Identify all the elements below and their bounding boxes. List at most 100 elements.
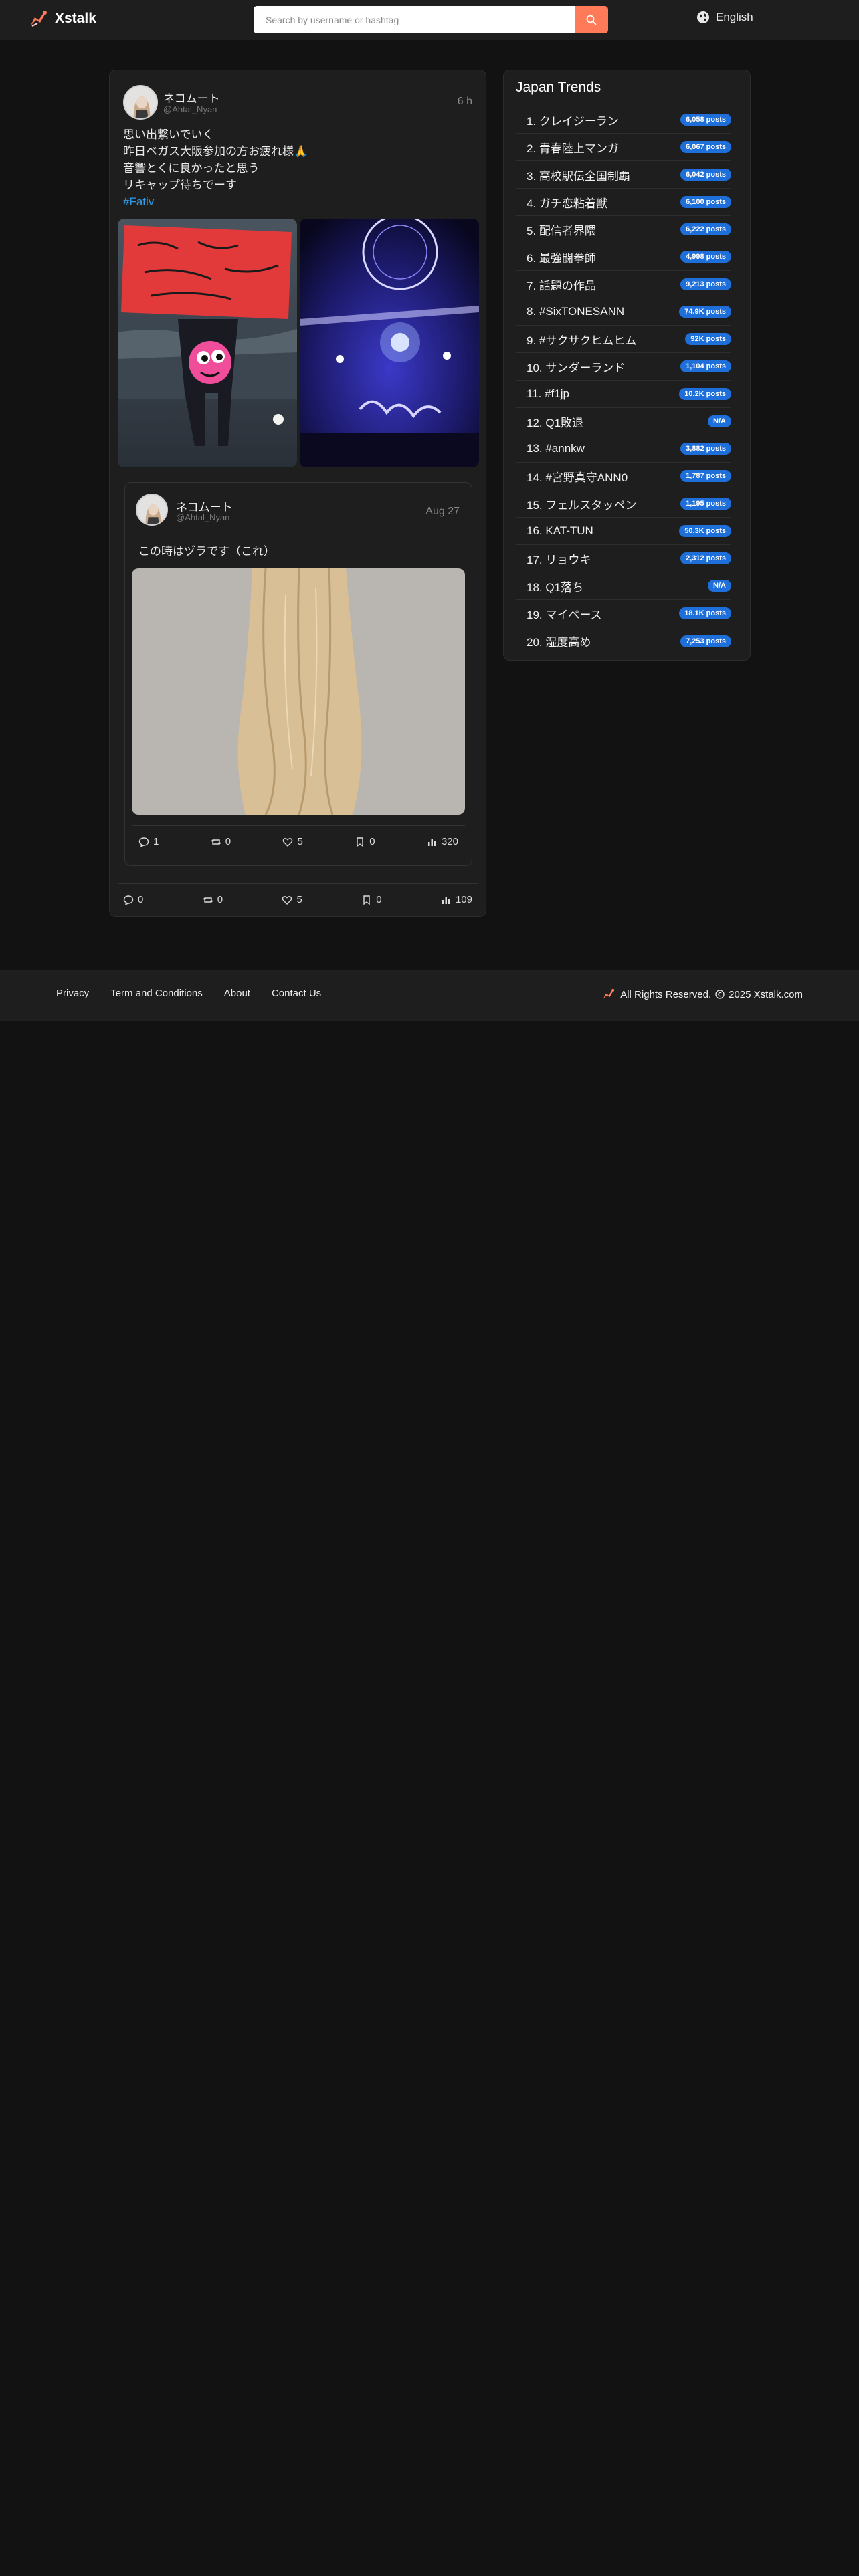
footer-links: Privacy Term and Conditions About Contac… xyxy=(56,988,321,999)
trend-item[interactable]: 5. 配信者界隈 6,222 posts xyxy=(516,216,731,243)
footer-link-terms[interactable]: Term and Conditions xyxy=(110,988,203,999)
footer-link-privacy[interactable]: Privacy xyxy=(56,988,89,999)
avatar-image xyxy=(124,86,157,118)
username-handle[interactable]: @Ahtal_Nyan xyxy=(163,104,217,114)
trend-name: 18. Q1落ち xyxy=(527,580,584,594)
trend-item[interactable]: 19. マイペース 18.1K posts xyxy=(516,600,731,627)
trend-post-count-badge: N/A xyxy=(708,415,731,427)
repost-icon xyxy=(211,839,221,845)
search-bar xyxy=(254,6,608,33)
bookmark-icon xyxy=(357,837,363,847)
reply-button[interactable]: 1 xyxy=(138,836,159,847)
trend-name: 20. 湿度高め xyxy=(527,636,591,649)
avatar-image xyxy=(137,495,167,524)
trend-item[interactable]: 12. Q1敗退 N/A xyxy=(516,408,731,435)
trend-item[interactable]: 16. KAT-TUN 50.3K posts xyxy=(516,518,731,545)
like-count: 5 xyxy=(296,894,302,905)
quoted-post-stats: 1 0 5 0 320 xyxy=(132,825,465,857)
trend-item[interactable]: 7. 話題の作品 9,213 posts xyxy=(516,271,731,298)
trend-item[interactable]: 1. クレイジーラン 6,058 posts xyxy=(516,106,731,134)
comment-icon xyxy=(138,837,149,847)
like-button[interactable]: 5 xyxy=(282,894,302,905)
brand-logo-icon xyxy=(31,11,47,27)
rights-text: All Rights Reserved. xyxy=(620,988,712,1000)
footer-link-about[interactable]: About xyxy=(224,988,250,999)
trend-item[interactable]: 2. 青春陸上マンガ 6,067 posts xyxy=(516,134,731,161)
trend-item[interactable]: 11. #f1jp 10.2K posts xyxy=(516,381,731,408)
trend-item[interactable]: 9. #サクサクヒムヒム 92K posts xyxy=(516,326,731,353)
trend-item[interactable]: 18. Q1落ち N/A xyxy=(516,572,731,600)
trend-post-count-badge: 18.1K posts xyxy=(679,607,731,619)
post-header: ネコムート @Ahtal_Nyan 6 h xyxy=(123,84,472,121)
photo-fan-sign xyxy=(118,219,297,467)
trend-item[interactable]: 10. サンダーランド 1,104 posts xyxy=(516,353,731,381)
trend-name: 3. 高校駅伝全国制覇 xyxy=(527,169,630,183)
trend-name: 9. #サクサクヒムヒム xyxy=(527,334,637,347)
views-count: 320 xyxy=(441,836,458,847)
avatar[interactable] xyxy=(123,85,158,120)
photo-concert-stage xyxy=(300,219,479,467)
trend-item[interactable]: 14. #宮野真守ANN0 1,787 posts xyxy=(516,463,731,490)
quoted-post-image[interactable] xyxy=(132,568,465,815)
trend-post-count-badge: N/A xyxy=(708,580,731,592)
post-text-line: 昨日ベガス大阪参加の方お疲れ様🙏 xyxy=(123,145,308,158)
post-timestamp: 6 h xyxy=(457,96,472,107)
repost-button[interactable]: 0 xyxy=(211,836,231,847)
repost-icon xyxy=(203,897,213,903)
views-button[interactable]: 320 xyxy=(427,836,458,847)
avatar[interactable] xyxy=(136,494,168,526)
trend-post-count-badge: 9,213 posts xyxy=(680,278,731,290)
post-image-2[interactable] xyxy=(300,219,479,467)
trend-name: 8. #SixTONESANN xyxy=(527,305,625,318)
display-name[interactable]: ネコムート xyxy=(163,89,220,106)
reply-button[interactable]: 0 xyxy=(123,894,143,905)
bookmark-icon xyxy=(363,895,370,905)
copyright-text: 2025 Xstalk.com xyxy=(729,988,803,1000)
trend-post-count-badge: 92K posts xyxy=(685,333,731,345)
trend-post-count-badge: 6,058 posts xyxy=(680,114,731,126)
copyright: All Rights Reserved. 2025 Xstalk.com xyxy=(601,987,803,1002)
trend-name: 1. クレイジーラン xyxy=(527,114,619,128)
language-selector[interactable]: English xyxy=(696,11,753,24)
trend-name: 6. 最強闘拳師 xyxy=(527,251,596,265)
search-button[interactable] xyxy=(575,6,608,33)
views-button[interactable]: 109 xyxy=(441,894,472,905)
hashtag-link[interactable]: #Fativ xyxy=(123,193,471,210)
globe-icon xyxy=(697,11,709,23)
trend-name: 11. #f1jp xyxy=(527,387,569,400)
trend-post-count-badge: 1,787 posts xyxy=(680,470,731,482)
quoted-post[interactable]: ネコムート @Ahtal_Nyan Aug 27 この時はヅラです（これ） 1 … xyxy=(124,482,472,866)
bookmark-button[interactable]: 0 xyxy=(355,836,375,847)
heart-icon xyxy=(283,837,293,847)
trend-item[interactable]: 13. #annkw 3,882 posts xyxy=(516,435,731,463)
repost-button[interactable]: 0 xyxy=(203,894,223,905)
footer-link-contact[interactable]: Contact Us xyxy=(272,988,321,999)
trend-item[interactable]: 6. 最強闘拳師 4,998 posts xyxy=(516,243,731,271)
bookmark-button[interactable]: 0 xyxy=(361,894,382,905)
post-image-1[interactable] xyxy=(118,219,297,467)
footer: Privacy Term and Conditions About Contac… xyxy=(0,970,859,1021)
post-text-line: リキャップ待ちでーす xyxy=(123,179,237,191)
trend-post-count-badge: 6,042 posts xyxy=(680,169,731,181)
search-input[interactable] xyxy=(254,6,575,33)
like-button[interactable]: 5 xyxy=(282,836,303,847)
post-stats: 0 0 5 0 109 xyxy=(118,883,478,916)
brand[interactable]: Xstalk xyxy=(28,8,96,29)
trend-item[interactable]: 17. リョウキ 2,312 posts xyxy=(516,545,731,572)
trend-name: 10. サンダーランド xyxy=(527,361,626,374)
reply-count: 0 xyxy=(138,894,144,905)
trends-title: Japan Trends xyxy=(516,80,601,95)
post-media xyxy=(118,219,479,467)
reply-count: 1 xyxy=(153,836,159,847)
trend-item[interactable]: 15. フェルスタッペン 1,195 posts xyxy=(516,490,731,518)
trend-item[interactable]: 20. 湿度高め 7,253 posts xyxy=(516,627,731,655)
trend-name: 12. Q1敗退 xyxy=(527,416,584,429)
username-handle[interactable]: @Ahtal_Nyan xyxy=(176,512,229,522)
post-body: 思い出繋いでいく 昨日ベガス大阪参加の方お疲れ様🙏 音響とくに良かったと思う リ… xyxy=(123,126,471,210)
trend-item[interactable]: 8. #SixTONESANN 74.9K posts xyxy=(516,298,731,326)
trend-name: 4. ガチ恋粘着獣 xyxy=(527,197,607,210)
trend-name: 14. #宮野真守ANN0 xyxy=(527,471,628,484)
trend-item[interactable]: 4. ガチ恋粘着獣 6,100 posts xyxy=(516,189,731,216)
trend-name: 2. 青春陸上マンガ xyxy=(527,142,619,155)
trend-item[interactable]: 3. 高校駅伝全国制覇 6,042 posts xyxy=(516,161,731,189)
